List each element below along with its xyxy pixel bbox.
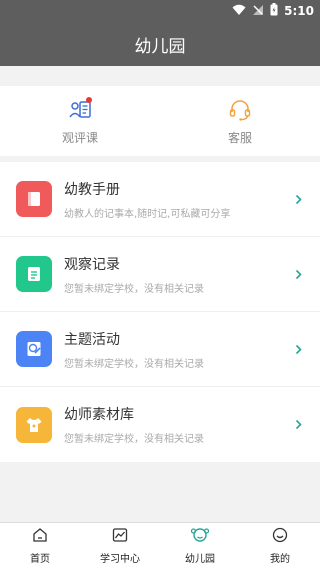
list-item-title: 幼教手册 xyxy=(64,181,120,198)
tab-label: 幼儿园 xyxy=(185,554,215,565)
tab-kindergarten[interactable]: 幼儿园 xyxy=(160,523,240,568)
quick-item-label: 客服 xyxy=(227,130,252,145)
classroom-review-icon xyxy=(67,96,93,123)
tab-learning-center[interactable]: 学习中心 xyxy=(80,523,160,568)
quick-item-customer-service[interactable]: 客服 xyxy=(160,86,320,156)
chevron-right-icon xyxy=(295,340,302,359)
status-bar: 5:10 xyxy=(0,0,320,22)
quick-item-class-review[interactable]: 观评课 xyxy=(0,86,160,156)
headset-icon xyxy=(227,97,253,123)
home-icon xyxy=(31,526,49,547)
wifi-icon xyxy=(232,4,246,19)
bottom-tab-bar: 首页 学习中心 幼儿园 我的 xyxy=(0,522,320,568)
list-item-title: 观察记录 xyxy=(64,256,120,273)
list-item-subtitle: 幼教人的记事本,随时记,可私藏可分享 xyxy=(64,208,231,220)
book-icon xyxy=(16,181,52,217)
battery-icon xyxy=(270,3,278,19)
list-item-title: 幼师素材库 xyxy=(64,407,134,423)
quick-actions: 观评课 客服 xyxy=(0,86,320,156)
feature-list: 幼教手册 幼教人的记事本,随时记,可私藏可分享 观察记录 您暂未绑定学校，没有相… xyxy=(0,162,320,462)
list-item-observation-records[interactable]: 观察记录 您暂未绑定学校，没有相关记录 xyxy=(0,237,320,312)
page-title: 幼儿园 xyxy=(134,36,186,57)
status-time: 5:10 xyxy=(284,4,314,18)
notification-dot xyxy=(86,96,92,103)
tab-label: 我的 xyxy=(270,554,290,565)
chevron-right-icon xyxy=(295,265,302,284)
signal-off-icon xyxy=(252,4,264,19)
kindergarten-icon xyxy=(190,526,210,547)
list-item-theme-activities[interactable]: 主题活动 您暂未绑定学校，没有相关记录 xyxy=(0,312,320,387)
tab-label: 学习中心 xyxy=(100,554,140,565)
tab-label: 首页 xyxy=(30,554,50,565)
title-bar: 幼儿园 xyxy=(0,22,320,66)
quick-item-label: 观评课 xyxy=(61,130,98,145)
chart-icon xyxy=(111,526,129,547)
chevron-right-icon xyxy=(295,415,302,434)
document-icon xyxy=(16,256,52,292)
list-item-subtitle: 您暂未绑定学校，没有相关记录 xyxy=(64,358,204,370)
list-item-subtitle: 您暂未绑定学校，没有相关记录 xyxy=(64,283,204,295)
chevron-right-icon xyxy=(295,190,302,209)
list-item-teaching-handbook[interactable]: 幼教手册 幼教人的记事本,随时记,可私藏可分享 xyxy=(0,162,320,237)
smiley-icon xyxy=(271,526,289,547)
tab-me[interactable]: 我的 xyxy=(240,523,320,568)
list-item-title: 主题活动 xyxy=(64,331,120,348)
tab-home[interactable]: 首页 xyxy=(0,523,80,568)
list-item-teacher-materials[interactable]: 幼师素材库 您暂未绑定学校，没有相关记录 xyxy=(0,387,320,462)
list-item-subtitle: 您暂未绑定学校，没有相关记录 xyxy=(64,434,204,445)
tshirt-icon xyxy=(16,406,52,443)
palette-icon xyxy=(16,331,52,367)
